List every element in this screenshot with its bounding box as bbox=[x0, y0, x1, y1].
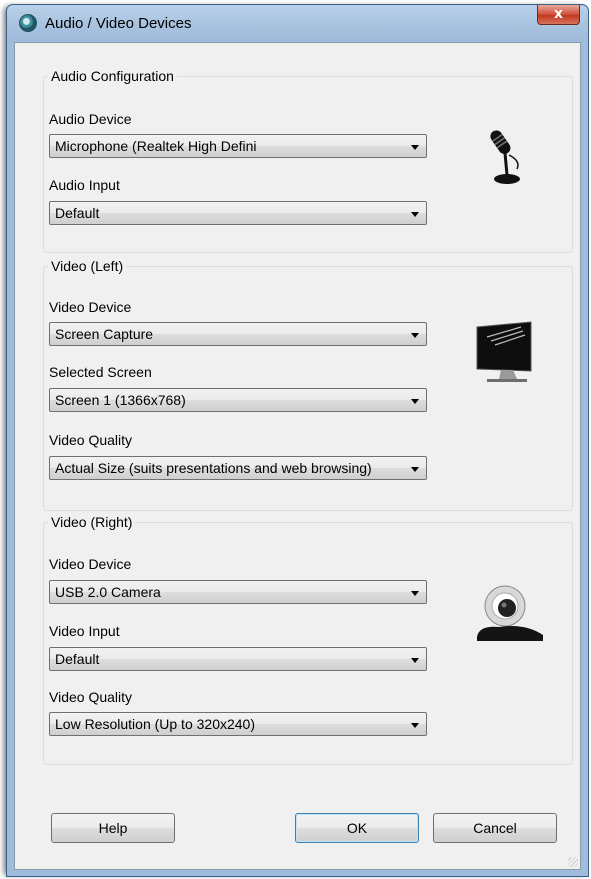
video-left-title: Video (Left) bbox=[48, 257, 127, 275]
close-button[interactable]: x bbox=[537, 5, 580, 25]
audio-input-value: Default bbox=[55, 205, 100, 221]
chevron-down-icon bbox=[411, 399, 419, 404]
video-left-quality-label: Video Quality bbox=[49, 432, 133, 448]
monitor-icon bbox=[476, 321, 532, 382]
audio-configuration-title: Audio Configuration bbox=[48, 67, 177, 85]
audio-input-label: Audio Input bbox=[49, 177, 120, 193]
help-button[interactable]: Help bbox=[51, 813, 175, 843]
video-input-dropdown[interactable]: Default bbox=[49, 647, 427, 671]
chevron-down-icon bbox=[411, 333, 419, 338]
chevron-down-icon bbox=[411, 467, 419, 472]
chevron-down-icon bbox=[411, 723, 419, 728]
video-left-device-dropdown[interactable]: Screen Capture bbox=[49, 322, 427, 346]
video-right-device-label: Video Device bbox=[49, 556, 132, 572]
video-right-device-value: USB 2.0 Camera bbox=[55, 584, 161, 600]
video-left-device-value: Screen Capture bbox=[55, 326, 154, 342]
selected-screen-dropdown[interactable]: Screen 1 (1366x768) bbox=[49, 388, 427, 412]
video-left-device-label: Video Device bbox=[49, 299, 132, 315]
audio-input-dropdown[interactable]: Default bbox=[49, 201, 427, 225]
window-title: Audio / Video Devices bbox=[45, 15, 192, 32]
video-right-quality-label: Video Quality bbox=[49, 689, 133, 705]
microphone-icon bbox=[490, 130, 520, 184]
audio-device-dropdown[interactable]: Microphone (Realtek High Defini bbox=[49, 134, 427, 158]
audio-device-value: Microphone (Realtek High Defini bbox=[55, 138, 257, 154]
webcam-icon bbox=[477, 585, 543, 641]
video-right-quality-dropdown[interactable]: Low Resolution (Up to 320x240) bbox=[49, 712, 427, 736]
selected-screen-value: Screen 1 (1366x768) bbox=[55, 392, 186, 408]
ok-button[interactable]: OK bbox=[295, 813, 419, 843]
cancel-button[interactable]: Cancel bbox=[433, 813, 557, 843]
app-icon bbox=[19, 14, 37, 32]
chevron-down-icon bbox=[411, 145, 419, 150]
video-left-quality-value: Actual Size (suits presentations and web… bbox=[55, 460, 372, 476]
title-bar[interactable]: Audio / Video Devices x bbox=[7, 5, 588, 41]
video-right-quality-value: Low Resolution (Up to 320x240) bbox=[55, 716, 256, 732]
dialog-client-area: Audio Configuration Audio Device Microph… bbox=[14, 42, 581, 870]
chevron-down-icon bbox=[411, 591, 419, 596]
audio-device-label: Audio Device bbox=[49, 111, 132, 127]
resize-grip-icon[interactable] bbox=[568, 857, 578, 867]
audio-video-devices-window: Audio / Video Devices x Audio Configurat… bbox=[6, 4, 589, 877]
chevron-down-icon bbox=[411, 212, 419, 217]
video-right-device-dropdown[interactable]: USB 2.0 Camera bbox=[49, 580, 427, 604]
video-input-value: Default bbox=[55, 651, 100, 667]
video-right-title: Video (Right) bbox=[48, 513, 136, 531]
video-input-label: Video Input bbox=[49, 623, 120, 639]
video-left-quality-dropdown[interactable]: Actual Size (suits presentations and web… bbox=[49, 456, 427, 480]
selected-screen-label: Selected Screen bbox=[49, 364, 152, 380]
chevron-down-icon bbox=[411, 658, 419, 663]
